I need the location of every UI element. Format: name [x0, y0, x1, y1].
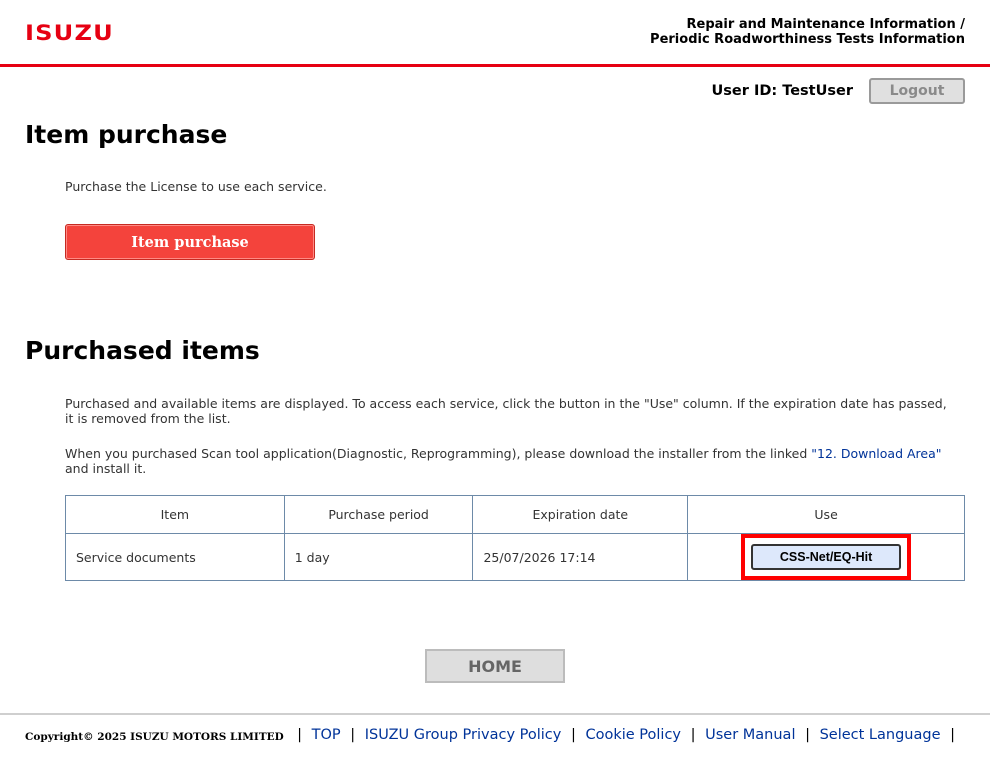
- home-button[interactable]: HOME: [425, 649, 565, 683]
- footer-separator: |: [350, 727, 356, 743]
- item-purchase-heading: Item purchase: [25, 120, 228, 149]
- use-button-highlight: CSS-Net/EQ-Hit: [741, 534, 912, 580]
- footer-link-top[interactable]: TOP: [312, 727, 341, 743]
- download-note: When you purchased Scan tool application…: [65, 446, 955, 476]
- site-title: Repair and Maintenance Information / Per…: [650, 17, 965, 47]
- purchased-items-description: Purchased and available items are displa…: [65, 396, 947, 426]
- footer-divider: [0, 713, 990, 715]
- column-header-purchase-period: Purchase period: [283, 495, 474, 534]
- table-header-row: Item Purchase period Expiration date Use: [65, 495, 965, 534]
- footer-separator: |: [690, 727, 696, 743]
- site-title-line1: Repair and Maintenance Information /: [686, 17, 965, 32]
- user-id-label: User ID: TestUser: [711, 83, 853, 99]
- cell-purchase-period: 1 day: [283, 533, 474, 581]
- footer-separator: |: [950, 727, 955, 743]
- footer-link-user-manual[interactable]: User Manual: [705, 727, 795, 743]
- purchased-items-table: Item Purchase period Expiration date Use…: [65, 495, 965, 581]
- site-title-line2: Periodic Roadworthiness Tests Informatio…: [650, 32, 965, 47]
- column-header-expiration-date: Expiration date: [472, 495, 689, 534]
- cell-use: CSS-Net/EQ-Hit: [687, 533, 965, 581]
- item-purchase-button[interactable]: Item purchase: [65, 224, 315, 260]
- download-note-suffix: and install it.: [65, 461, 147, 476]
- isuzu-logo[interactable]: ISUZU: [25, 21, 114, 45]
- download-note-prefix: When you purchased Scan tool application…: [65, 446, 812, 461]
- column-header-item: Item: [65, 495, 285, 534]
- footer-separator: |: [570, 727, 576, 743]
- footer-link-cookie-policy[interactable]: Cookie Policy: [585, 727, 681, 743]
- column-header-use: Use: [687, 495, 965, 534]
- logout-button[interactable]: Logout: [869, 78, 965, 104]
- item-purchase-description: Purchase the License to use each service…: [65, 179, 327, 194]
- footer-links: | TOP | ISUZU Group Privacy Policy | Coo…: [292, 727, 960, 743]
- page-header: ISUZU Repair and Maintenance Information…: [0, 0, 990, 67]
- css-net-eq-hit-button[interactable]: CSS-Net/EQ-Hit: [751, 544, 902, 570]
- cell-item: Service documents: [65, 533, 285, 581]
- footer-separator: |: [297, 727, 303, 743]
- purchased-items-heading: Purchased items: [25, 336, 260, 365]
- copyright-text: Copyright© 2025 ISUZU MOTORS LIMITED: [25, 731, 284, 743]
- footer-link-privacy-policy[interactable]: ISUZU Group Privacy Policy: [365, 727, 562, 743]
- cell-expiration-date: 25/07/2026 17:14: [472, 533, 689, 581]
- footer-link-select-language[interactable]: Select Language: [820, 727, 941, 743]
- footer-separator: |: [805, 727, 810, 743]
- table-row: Service documents 1 day 25/07/2026 17:14…: [65, 533, 965, 581]
- download-area-link[interactable]: "12. Download Area": [811, 446, 941, 461]
- user-bar: User ID: TestUser Logout: [712, 78, 965, 104]
